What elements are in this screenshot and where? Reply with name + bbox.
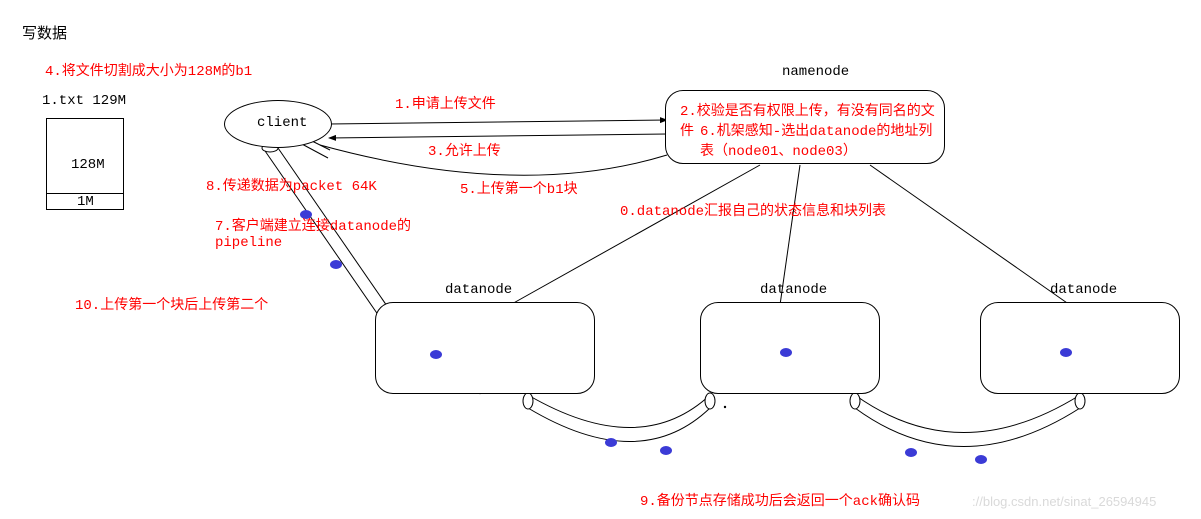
file-name-label: 1.txt 129M <box>42 93 126 109</box>
packet-dot <box>975 455 987 464</box>
packet-dot <box>660 446 672 455</box>
namenode-title: namenode <box>782 64 849 80</box>
diagram-canvas: 写数据 1.txt 129M 128M 1M client namenode d… <box>0 0 1201 519</box>
datanode3-box <box>980 302 1180 394</box>
datanode2-title: datanode <box>760 282 827 298</box>
datanode2-box <box>700 302 880 394</box>
packet-dot <box>905 448 917 457</box>
datanode1-title: datanode <box>445 282 512 298</box>
step-4: 4.将文件切割成大小为128M的b1 <box>45 60 252 80</box>
packet-dot <box>430 350 442 359</box>
file-block-diagram: 128M 1M <box>46 118 124 210</box>
step-1: 1.申请上传文件 <box>395 93 496 113</box>
step-3: 3.允许上传 <box>428 140 501 160</box>
client-node: client <box>224 100 332 148</box>
watermark: ://blog.csdn.net/sinat_26594945 <box>972 494 1156 509</box>
packet-dot <box>330 260 342 269</box>
step-5: 5.上传第一个b1块 <box>460 178 578 198</box>
packet-dot <box>780 348 792 357</box>
file-block-128m: 128M <box>71 157 105 173</box>
step-0: 0.datanode汇报自己的状态信息和块列表 <box>620 200 886 220</box>
packet-dot <box>605 438 617 447</box>
step-10: 10.上传第一个块后上传第二个 <box>75 294 268 314</box>
packet-dot <box>1060 348 1072 357</box>
step-7: 7.客户端建立连接datanode的pipeline <box>215 215 445 251</box>
page-title: 写数据 <box>22 22 67 43</box>
datanode3-title: datanode <box>1050 282 1117 298</box>
step-9: 9.备份节点存储成功后会返回一个ack确认码 <box>640 490 920 510</box>
client-label: client <box>257 115 307 131</box>
step-8: 8.传递数据为packet 64K <box>206 175 377 195</box>
datanode1-box <box>375 302 595 394</box>
step-6: 6.机架感知-选出datanode的地址列表（node01、node03） <box>700 120 940 160</box>
file-block-1m: 1M <box>77 194 94 210</box>
